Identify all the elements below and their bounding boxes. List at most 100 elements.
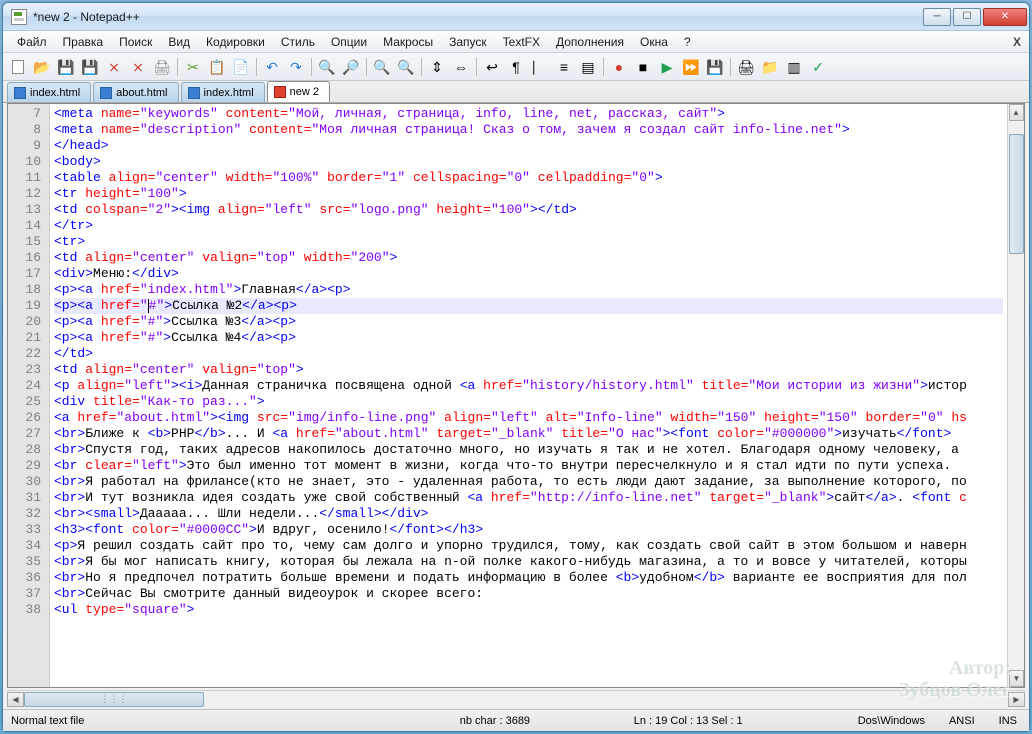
- save-icon[interactable]: 💾: [55, 56, 77, 78]
- hscroll-track[interactable]: ⋮⋮⋮: [24, 692, 1008, 707]
- code-line[interactable]: <br>Я работал на фрилансе(кто не знает, …: [54, 474, 1003, 490]
- line-number: 30: [8, 474, 49, 490]
- maximize-button[interactable]: ☐: [953, 8, 981, 26]
- code-line[interactable]: <td align="center" valign="top">: [54, 362, 1003, 378]
- code-line[interactable]: <p><a href="#">Ссылка №3</a><p>: [54, 314, 1003, 330]
- code-line[interactable]: <meta name="description" content="Моя ли…: [54, 122, 1003, 138]
- sync-v-icon[interactable]: ⇕: [426, 56, 448, 78]
- close-doc-icon[interactable]: ⨯: [103, 56, 125, 78]
- macro-record-icon[interactable]: ●: [608, 56, 630, 78]
- titlebar[interactable]: *new 2 - Notepad++ ─ ☐ ✕: [3, 3, 1029, 31]
- code-line[interactable]: </tr>: [54, 218, 1003, 234]
- code-line[interactable]: <br>Сейчас Вы смотрите данный видеоурок …: [54, 586, 1003, 602]
- code-line[interactable]: <ul type="square">: [54, 602, 1003, 618]
- indent-guide-icon[interactable]: ⎸: [529, 56, 551, 78]
- macro-play-icon[interactable]: ▶: [656, 56, 678, 78]
- code-line[interactable]: <br>Ближе к <b>PHP</b>... И <a href="abo…: [54, 426, 1003, 442]
- spellcheck-icon[interactable]: ✓: [807, 56, 829, 78]
- tab-index-html-2[interactable]: index.html: [181, 82, 265, 102]
- menu-textfx[interactable]: TextFX: [495, 33, 548, 51]
- sync-h-icon[interactable]: ⇔: [450, 56, 472, 78]
- scroll-left-icon[interactable]: ◀: [7, 692, 24, 707]
- code-line[interactable]: <p><a href="#">Ссылка №2</a><p>: [54, 298, 1003, 314]
- open-file-icon[interactable]: 📂: [31, 56, 53, 78]
- wordwrap-icon[interactable]: ↩: [481, 56, 503, 78]
- vertical-scroll-thumb[interactable]: [1009, 134, 1024, 254]
- code-line[interactable]: <p><a href="index.html">Главная</a><p>: [54, 282, 1003, 298]
- minimize-button[interactable]: ─: [923, 8, 951, 26]
- menu-windows[interactable]: Окна: [632, 33, 676, 51]
- menu-style[interactable]: Стиль: [273, 33, 323, 51]
- menu-macros[interactable]: Макросы: [375, 33, 441, 51]
- code-line[interactable]: <br clear="left">Это был именно тот моме…: [54, 458, 1003, 474]
- code-line[interactable]: <body>: [54, 154, 1003, 170]
- replace-icon[interactable]: 🔎: [340, 56, 362, 78]
- code-line[interactable]: <p align="left"><i>Данная страничка посв…: [54, 378, 1003, 394]
- toolbar-extra1-icon[interactable]: 🖨: [735, 56, 757, 78]
- code-line[interactable]: <table align="center" width="100%" borde…: [54, 170, 1003, 186]
- userlang-icon[interactable]: ≡: [553, 56, 575, 78]
- zoom-out-icon[interactable]: 🔍: [395, 56, 417, 78]
- code-line[interactable]: </head>: [54, 138, 1003, 154]
- paste-icon[interactable]: 📄: [230, 56, 252, 78]
- find-icon[interactable]: 🔍: [316, 56, 338, 78]
- horizontal-scroll-thumb[interactable]: ⋮⋮⋮: [24, 692, 204, 707]
- redo-icon[interactable]: ↷: [285, 56, 307, 78]
- close-button[interactable]: ✕: [983, 8, 1027, 26]
- tab-new-2[interactable]: new 2: [267, 81, 330, 102]
- code-line[interactable]: <p>Я решил создать сайт про то, чему сам…: [54, 538, 1003, 554]
- code-line[interactable]: <br>Я бы мог написать книгу, которая бы …: [54, 554, 1003, 570]
- close-all-icon[interactable]: ⨯: [127, 56, 149, 78]
- save-all-icon[interactable]: 💾: [79, 56, 101, 78]
- line-number: 25: [8, 394, 49, 410]
- scroll-down-icon[interactable]: ▼: [1009, 670, 1024, 687]
- code-line[interactable]: <br>Но я предпочел потратить больше врем…: [54, 570, 1003, 586]
- macro-play-multi-icon[interactable]: ⏩: [680, 56, 702, 78]
- code-line[interactable]: </td>: [54, 346, 1003, 362]
- toolbar-extra3-icon[interactable]: ▥: [783, 56, 805, 78]
- code-line[interactable]: <div title="Как-то раз...">: [54, 394, 1003, 410]
- tab-index-html-1[interactable]: index.html: [7, 82, 91, 102]
- line-number: 23: [8, 362, 49, 378]
- menu-run[interactable]: Запуск: [441, 33, 495, 51]
- menu-help[interactable]: ?: [676, 33, 699, 51]
- macro-save-icon[interactable]: 💾: [704, 56, 726, 78]
- undo-icon[interactable]: ↶: [261, 56, 283, 78]
- docmap-icon[interactable]: ▤: [577, 56, 599, 78]
- scroll-right-icon[interactable]: ▶: [1008, 692, 1025, 707]
- menu-close-doc-icon[interactable]: X: [1013, 35, 1021, 49]
- code-line[interactable]: <h3><font color="#0000CC">И вдруг, осени…: [54, 522, 1003, 538]
- copy-icon[interactable]: 📋: [206, 56, 228, 78]
- toolbar-extra2-icon[interactable]: 📁: [759, 56, 781, 78]
- macro-stop-icon[interactable]: ■: [632, 56, 654, 78]
- show-all-chars-icon[interactable]: ¶: [505, 56, 527, 78]
- code-line[interactable]: <tr>: [54, 234, 1003, 250]
- menu-edit[interactable]: Правка: [55, 33, 112, 51]
- code-line[interactable]: <meta name="keywords" content="Мой, личн…: [54, 106, 1003, 122]
- menu-file[interactable]: Файл: [9, 33, 55, 51]
- code-line[interactable]: <td colspan="2"><img align="left" src="l…: [54, 202, 1003, 218]
- new-file-icon[interactable]: [7, 56, 29, 78]
- tab-about-html[interactable]: about.html: [93, 82, 178, 102]
- code-line[interactable]: <a href="about.html"><img src="img/info-…: [54, 410, 1003, 426]
- code-line[interactable]: <br>Спустя год, таких адресов накопилось…: [54, 442, 1003, 458]
- print-icon[interactable]: 🖨: [151, 56, 173, 78]
- menu-search[interactable]: Поиск: [111, 33, 160, 51]
- code-line[interactable]: <tr height="100">: [54, 186, 1003, 202]
- menu-encoding[interactable]: Кодировки: [198, 33, 273, 51]
- zoom-in-icon[interactable]: 🔍: [371, 56, 393, 78]
- menu-options[interactable]: Опции: [323, 33, 375, 51]
- code-line[interactable]: <td align="center" valign="top" width="2…: [54, 250, 1003, 266]
- menu-plugins[interactable]: Дополнения: [548, 33, 632, 51]
- vertical-scrollbar[interactable]: ▲ ▼: [1007, 104, 1024, 687]
- code-line[interactable]: <br><small>Дааааа... Шли недели...</smal…: [54, 506, 1003, 522]
- cut-icon[interactable]: ✂: [182, 56, 204, 78]
- code-line[interactable]: <p><a href="#">Ссылка №4</a><p>: [54, 330, 1003, 346]
- code-line[interactable]: <div>Меню:</div>: [54, 266, 1003, 282]
- window-controls: ─ ☐ ✕: [921, 8, 1027, 26]
- scroll-up-icon[interactable]: ▲: [1009, 104, 1024, 121]
- code-line[interactable]: <br>И тут возникла идея создать уже свой…: [54, 490, 1003, 506]
- horizontal-scrollbar[interactable]: ◀ ⋮⋮⋮ ▶: [7, 690, 1025, 707]
- menu-view[interactable]: Вид: [160, 33, 198, 51]
- code-area[interactable]: <meta name="keywords" content="Мой, личн…: [50, 104, 1007, 687]
